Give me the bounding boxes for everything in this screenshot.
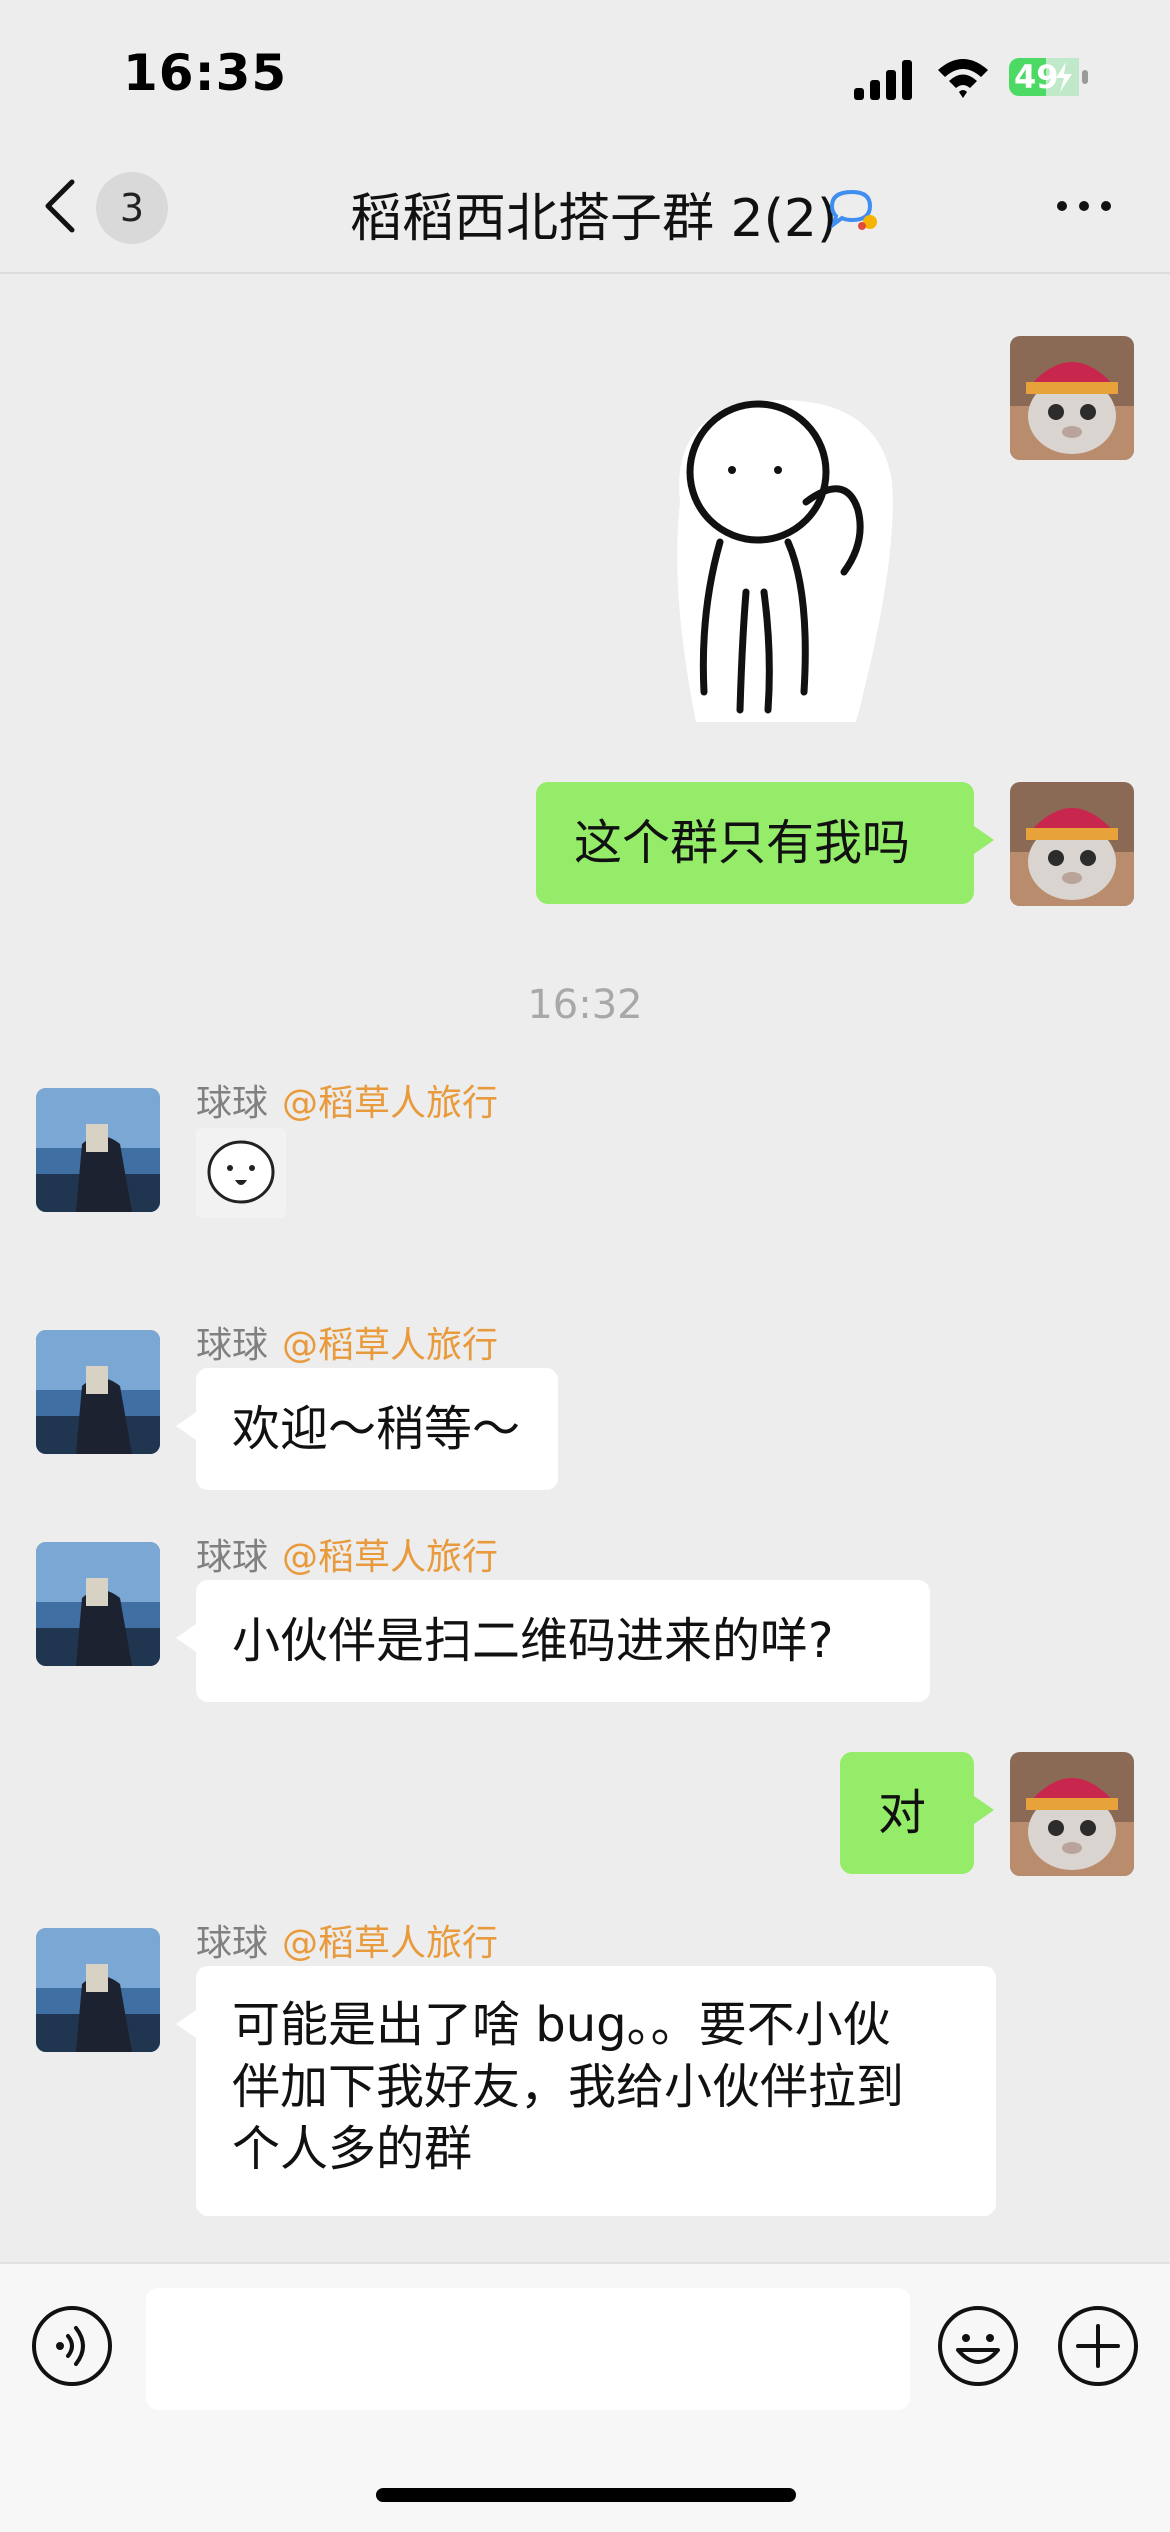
message-text-line: 个人多的群	[232, 2121, 473, 2177]
wifi-icon	[938, 59, 988, 98]
status-bar: 16:35 49	[0, 0, 1170, 140]
plus-icon[interactable]	[1056, 2304, 1140, 2388]
mention-tag[interactable]: @稻草人旅行	[282, 1325, 498, 1366]
mention-tag[interactable]: @稻草人旅行	[282, 1083, 498, 1124]
message-bubble[interactable]: 这个群只有我吗	[536, 782, 994, 904]
sender-name[interactable]: 球球	[196, 1923, 268, 1964]
chat-screen: 16:35 49 3 稻稻西北搭子群 2(2) 这个群只有我吗 16:32 球球…	[0, 0, 1170, 2532]
sender-name[interactable]: 球球	[196, 1083, 268, 1124]
sender-name[interactable]: 球球	[196, 1537, 268, 1578]
contact-avatar-image	[36, 1088, 160, 1212]
sender-name[interactable]: 球球	[196, 1325, 268, 1366]
contact-avatar[interactable]	[36, 1928, 160, 2052]
contact-avatar[interactable]	[36, 1330, 160, 1454]
message-text: 小伙伴是扫二维码进来的咩?	[232, 1613, 834, 1669]
stickman-scratching-head-image	[677, 400, 893, 722]
chat-title[interactable]: 稻稻西北搭子群 2(2)	[350, 176, 837, 251]
message-text: 对	[878, 1785, 927, 1841]
message-bubble[interactable]: 对	[840, 1752, 994, 1874]
more-options-icon[interactable]	[1054, 194, 1114, 218]
battery-indicator: 49	[1008, 56, 1090, 98]
group-chat-icon	[829, 189, 877, 230]
cat-avatar-image	[1010, 1752, 1134, 1876]
message-text: 这个群只有我吗	[574, 815, 911, 871]
my-avatar[interactable]	[1010, 336, 1134, 460]
message-timestamp: 16:32	[527, 982, 643, 1028]
input-bar	[0, 2262, 1170, 2532]
voice-input-icon[interactable]	[30, 2304, 114, 2388]
my-avatar[interactable]	[1010, 782, 1134, 906]
sender-label: 球球 @稻草人旅行	[196, 1914, 498, 1966]
my-avatar[interactable]	[1010, 1752, 1134, 1876]
contact-avatar-image	[36, 1330, 160, 1454]
back-chevron-icon[interactable]	[40, 176, 80, 236]
emoji-icon[interactable]	[936, 2304, 1020, 2388]
cat-avatar-image	[1010, 782, 1134, 906]
cat-avatar-image	[1010, 336, 1134, 460]
contact-avatar-image	[36, 1542, 160, 1666]
contact-avatar-image	[36, 1928, 160, 2052]
message-input[interactable]	[146, 2288, 910, 2410]
contact-avatar[interactable]	[36, 1088, 160, 1212]
cellular-signal-icon	[854, 60, 912, 100]
message-bubble[interactable]: 欢迎～稍等～	[176, 1368, 558, 1490]
message-bubble[interactable]: 小伙伴是扫二维码进来的咩?	[176, 1580, 930, 1702]
message-text-line: 可能是出了啥 bug。。要不小伙	[232, 1997, 891, 2053]
sender-label: 球球 @稻草人旅行	[196, 1316, 498, 1368]
message-bubble[interactable]: 可能是出了啥 bug。。要不小伙 伴加下我好友，我给小伙伴拉到 个人多的群	[176, 1966, 996, 2216]
unread-count-badge[interactable]: 3	[96, 172, 168, 244]
status-time: 16:35	[123, 44, 288, 102]
chat-nav-bar: 3 稻稻西北搭子群 2(2)	[0, 140, 1170, 274]
smiley-sticker[interactable]	[196, 1128, 286, 1218]
smiley-face-icon	[207, 1140, 275, 1204]
mention-tag[interactable]: @稻草人旅行	[282, 1923, 498, 1964]
sender-label: 球球 @稻草人旅行	[196, 1528, 498, 1580]
mention-tag[interactable]: @稻草人旅行	[282, 1537, 498, 1578]
sender-label: 球球 @稻草人旅行	[196, 1074, 498, 1126]
battery-percent: 49	[1014, 58, 1059, 96]
message-text: 欢迎～稍等～	[232, 1401, 521, 1457]
stickman-sticker[interactable]	[660, 392, 900, 732]
message-text-line: 伴加下我好友，我给小伙伴拉到	[232, 2059, 905, 2115]
contact-avatar[interactable]	[36, 1542, 160, 1666]
home-indicator[interactable]	[376, 2488, 796, 2502]
